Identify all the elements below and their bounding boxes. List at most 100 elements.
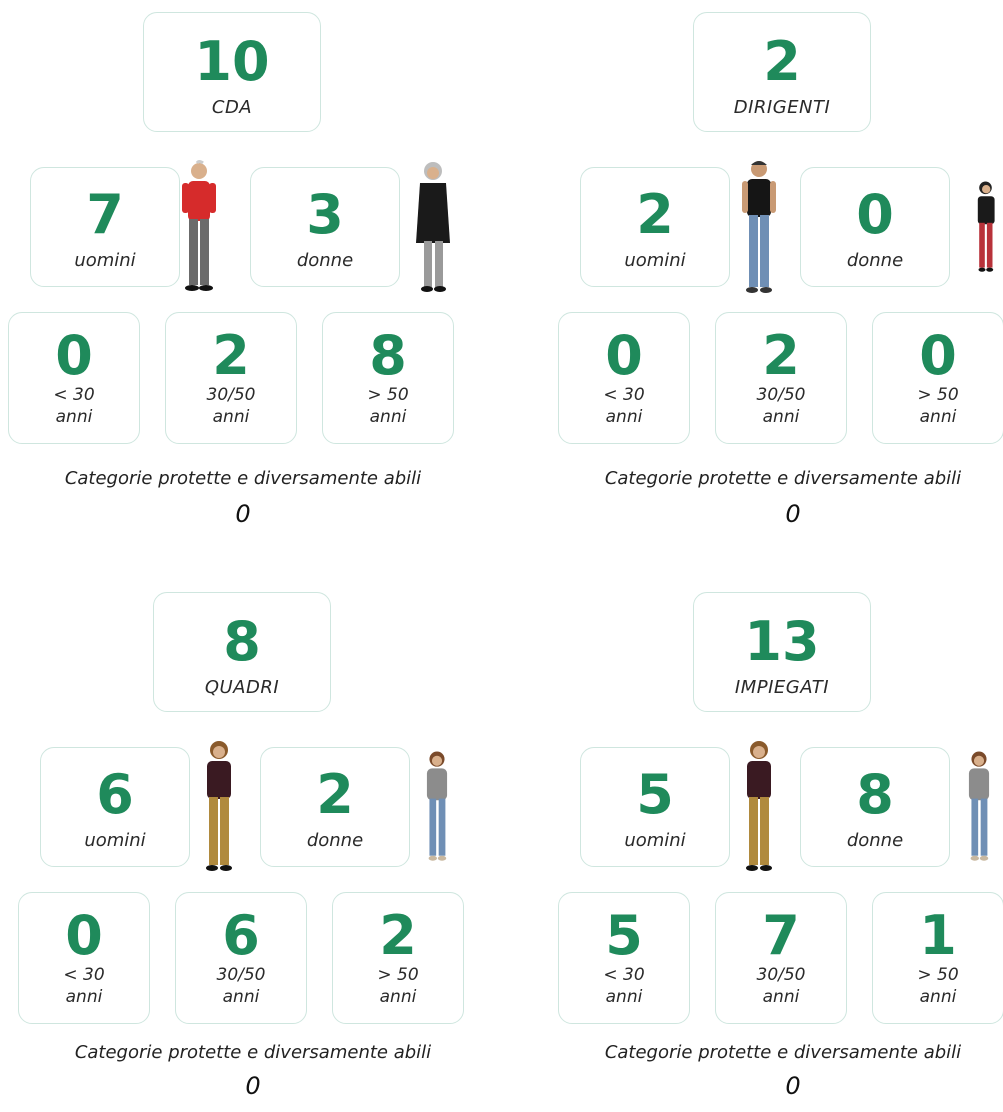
woman-figure-icon xyxy=(416,737,458,877)
women-box: 2 donne xyxy=(260,747,410,867)
men-count: 5 xyxy=(636,763,674,826)
panel-impiegati: 13 IMPIEGATI 5 uomini 8 donne 5 < 30 ann… xyxy=(558,592,1003,1112)
role-title: CDA xyxy=(211,97,253,118)
category-label: Categorie protette e diversamente abili xyxy=(64,468,422,489)
age-unit: anni xyxy=(605,406,643,427)
woman-figure-icon xyxy=(958,737,1000,877)
total-box: 10 CDA xyxy=(143,12,321,132)
role-title: IMPIEGATI xyxy=(734,677,830,698)
category-value: 0 xyxy=(245,1072,261,1100)
total-box: 13 IMPIEGATI xyxy=(693,592,871,712)
age-range: > 50 xyxy=(377,965,419,985)
age-unit: anni xyxy=(222,986,260,1007)
women-count: 3 xyxy=(306,183,344,246)
age-range: > 50 xyxy=(917,965,959,985)
age-box-30-50: 2 30/50 anni xyxy=(165,312,297,444)
men-count: 7 xyxy=(86,183,124,246)
women-label: donne xyxy=(846,250,904,271)
women-count: 2 xyxy=(316,763,354,826)
total-count: 13 xyxy=(744,610,820,673)
category-value: 0 xyxy=(785,500,801,528)
age-range: < 30 xyxy=(53,385,95,405)
woman-figure-icon xyxy=(408,157,458,297)
age-range: 30/50 xyxy=(756,385,806,405)
women-box: 8 donne xyxy=(800,747,950,867)
men-label: uomini xyxy=(84,830,146,851)
panel-quadri: 8 QUADRI 6 uomini 2 donne 0 < 30 anni 6 … xyxy=(18,592,488,1112)
man-figure-icon xyxy=(194,737,244,877)
men-count: 2 xyxy=(636,183,674,246)
age-range: 30/50 xyxy=(216,965,266,985)
age-count: 2 xyxy=(762,324,800,387)
woman-figure-icon xyxy=(968,157,1003,297)
age-unit: anni xyxy=(379,986,417,1007)
age-count: 0 xyxy=(605,324,643,387)
age-range: < 30 xyxy=(63,965,105,985)
age-unit: anni xyxy=(919,406,957,427)
men-box: 2 uomini xyxy=(580,167,730,287)
age-unit: anni xyxy=(369,406,407,427)
age-box-under-30: 5 < 30 anni xyxy=(558,892,690,1024)
man-figure-icon xyxy=(174,157,224,297)
panel-dirigenti: 2 DIRIGENTI 2 uomini 0 donne 0 < 30 anni… xyxy=(558,12,1003,532)
age-unit: anni xyxy=(762,406,800,427)
age-count: 2 xyxy=(212,324,250,387)
category-value: 0 xyxy=(235,500,251,528)
age-unit: anni xyxy=(762,986,800,1007)
panel-cda: 10 CDA 7 uomini 3 donne 0 < 30 anni 2 30… xyxy=(8,12,478,532)
age-box-over-50: 0 > 50 anni xyxy=(872,312,1003,444)
age-range: 30/50 xyxy=(756,965,806,985)
total-box: 8 QUADRI xyxy=(153,592,331,712)
age-box-30-50: 6 30/50 anni xyxy=(175,892,307,1024)
total-count: 2 xyxy=(763,30,801,93)
category-value: 0 xyxy=(785,1072,801,1100)
age-unit: anni xyxy=(212,406,250,427)
age-range: 30/50 xyxy=(206,385,256,405)
age-count: 1 xyxy=(919,904,957,967)
age-count: 0 xyxy=(55,324,93,387)
age-range: < 30 xyxy=(603,965,645,985)
total-count: 10 xyxy=(194,30,270,93)
men-label: uomini xyxy=(624,830,686,851)
men-count: 6 xyxy=(96,763,134,826)
category-label: Categorie protette e diversamente abili xyxy=(604,468,962,489)
age-box-30-50: 7 30/50 anni xyxy=(715,892,847,1024)
age-box-under-30: 0 < 30 anni xyxy=(8,312,140,444)
age-count: 8 xyxy=(369,324,407,387)
age-count: 7 xyxy=(762,904,800,967)
category-label: Categorie protette e diversamente abili xyxy=(604,1042,962,1063)
age-range: < 30 xyxy=(603,385,645,405)
age-unit: anni xyxy=(605,986,643,1007)
age-box-over-50: 8 > 50 anni xyxy=(322,312,454,444)
women-count: 0 xyxy=(856,183,894,246)
age-count: 2 xyxy=(379,904,417,967)
women-label: donne xyxy=(306,830,364,851)
men-label: uomini xyxy=(624,250,686,271)
women-box: 0 donne xyxy=(800,167,950,287)
age-box-30-50: 2 30/50 anni xyxy=(715,312,847,444)
role-title: DIRIGENTI xyxy=(733,97,831,118)
role-title: QUADRI xyxy=(204,677,280,698)
age-count: 5 xyxy=(605,904,643,967)
age-count: 0 xyxy=(919,324,957,387)
age-unit: anni xyxy=(65,986,103,1007)
total-box: 2 DIRIGENTI xyxy=(693,12,871,132)
age-unit: anni xyxy=(919,986,957,1007)
total-count: 8 xyxy=(223,610,261,673)
men-box: 7 uomini xyxy=(30,167,180,287)
age-box-under-30: 0 < 30 anni xyxy=(558,312,690,444)
age-range: > 50 xyxy=(917,385,959,405)
women-label: donne xyxy=(846,830,904,851)
age-box-over-50: 2 > 50 anni xyxy=(332,892,464,1024)
women-box: 3 donne xyxy=(250,167,400,287)
age-unit: anni xyxy=(55,406,93,427)
man-figure-icon xyxy=(734,737,784,877)
men-label: uomini xyxy=(74,250,136,271)
age-count: 6 xyxy=(222,904,260,967)
man-figure-icon xyxy=(734,157,784,297)
women-label: donne xyxy=(296,250,354,271)
age-box-over-50: 1 > 50 anni xyxy=(872,892,1003,1024)
age-count: 0 xyxy=(65,904,103,967)
age-range: > 50 xyxy=(367,385,409,405)
category-label: Categorie protette e diversamente abili xyxy=(74,1042,432,1063)
